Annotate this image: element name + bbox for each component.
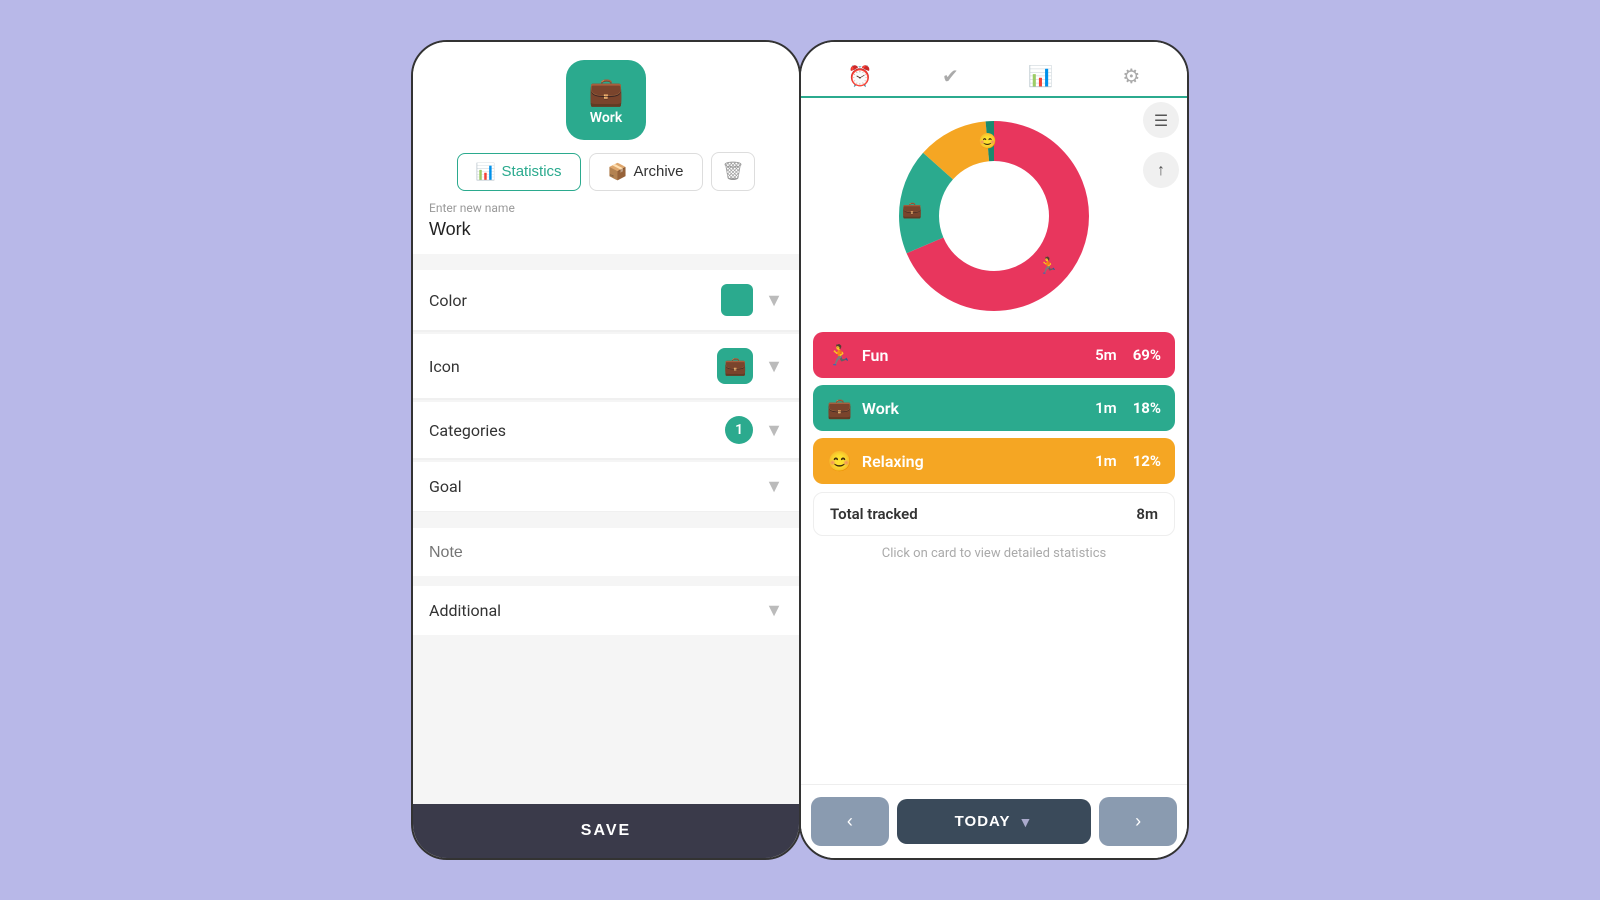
divider xyxy=(413,399,799,400)
tab-archive[interactable]: 📦 Archive xyxy=(589,153,703,191)
total-value: 8m xyxy=(1136,505,1158,523)
relaxing-time: 1m xyxy=(1095,452,1117,470)
color-chevron-icon: ▼ xyxy=(765,290,783,311)
fun-icon: 🏃 xyxy=(827,343,852,367)
color-label: Color xyxy=(429,291,721,310)
name-section: Enter new name xyxy=(413,191,799,254)
icon-chevron-icon: ▼ xyxy=(765,356,783,377)
work-stat-name: Work xyxy=(862,399,1095,418)
next-arrow-icon: › xyxy=(1135,811,1141,832)
prev-arrow-icon: ‹ xyxy=(847,811,853,832)
total-label: Total tracked xyxy=(830,505,1136,523)
color-row[interactable]: Color ▼ xyxy=(413,270,799,331)
save-button[interactable]: SAVE xyxy=(413,804,799,858)
next-button[interactable]: › xyxy=(1099,797,1177,846)
right-phone: ⏰ ✔ 📊 ⚙ ☰ ↑ xyxy=(799,40,1189,860)
donut-chart: 🏃 💼 😊 xyxy=(894,116,1094,316)
nav-chart[interactable]: 📊 xyxy=(1008,56,1073,98)
chart-icon: 📊 xyxy=(1028,64,1053,88)
delete-icon: 🗑 xyxy=(722,161,745,181)
tab-statistics[interactable]: 📊 Statistics xyxy=(457,153,581,191)
stat-card-relaxing[interactable]: 😊 Relaxing 1m 12% xyxy=(813,438,1175,484)
additional-chevron-icon: ▼ xyxy=(765,600,783,621)
tab-archive-label: Archive xyxy=(633,163,683,180)
left-header: 💼 Work 📊 Statistics 📦 Archive 🗑 xyxy=(413,42,799,191)
fun-pct: 69% xyxy=(1133,346,1161,364)
bottom-nav: ‹ TODAY ▼ › xyxy=(801,784,1187,858)
tab-statistics-label: Statistics xyxy=(502,163,562,180)
divider xyxy=(413,331,799,332)
fun-chart-icon: 🏃 xyxy=(1038,256,1058,275)
categories-count: 1 xyxy=(735,422,743,438)
work-icon-label: Work xyxy=(590,110,622,126)
click-hint: Click on card to view detailed statistic… xyxy=(801,536,1187,571)
work-stat-icon: 💼 xyxy=(827,396,852,420)
briefcase-icon: 💼 xyxy=(589,75,624,108)
empty-space xyxy=(413,635,799,755)
fun-name: Fun xyxy=(862,346,1095,365)
categories-label: Categories xyxy=(429,421,725,440)
statistics-icon: 📊 xyxy=(476,162,496,182)
left-phone: 💼 Work 📊 Statistics 📦 Archive 🗑 Enter xyxy=(411,40,801,860)
delete-button[interactable]: 🗑 xyxy=(711,152,756,191)
color-swatch xyxy=(721,284,753,316)
divider xyxy=(413,459,799,460)
categories-badge: 1 xyxy=(725,416,753,444)
nav-alarm[interactable]: ⏰ xyxy=(828,56,893,98)
relaxing-chart-icon: 😊 xyxy=(978,132,997,150)
goal-row[interactable]: Goal ▼ xyxy=(413,462,799,512)
additional-label: Additional xyxy=(429,601,761,620)
today-button[interactable]: TODAY ▼ xyxy=(897,799,1091,844)
icon-label: Icon xyxy=(429,357,717,376)
archive-icon: 📦 xyxy=(608,162,628,182)
alarm-icon: ⏰ xyxy=(848,64,873,88)
fun-time: 5m xyxy=(1095,346,1117,364)
chart-overlays: 🏃 💼 😊 xyxy=(894,116,1094,316)
right-phone-content: ⏰ ✔ 📊 ⚙ ☰ ↑ xyxy=(801,42,1187,858)
note-row xyxy=(413,528,799,576)
section-divider xyxy=(413,512,799,520)
today-label: TODAY xyxy=(955,813,1011,830)
chart-area: 🏃 💼 😊 xyxy=(801,98,1187,324)
stat-card-work[interactable]: 💼 Work 1m 18% xyxy=(813,385,1175,431)
additional-row[interactable]: Additional ▼ xyxy=(413,586,799,635)
relaxing-pct: 12% xyxy=(1133,452,1161,470)
icon-preview: 💼 xyxy=(717,348,753,384)
work-stat-pct: 18% xyxy=(1133,399,1161,417)
goal-label: Goal xyxy=(429,477,761,496)
section-divider xyxy=(413,578,799,586)
icon-row[interactable]: Icon 💼 ▼ xyxy=(413,334,799,399)
relaxing-name: Relaxing xyxy=(862,452,1095,471)
section-divider xyxy=(413,262,799,270)
name-input[interactable] xyxy=(429,219,783,240)
prev-button[interactable]: ‹ xyxy=(811,797,889,846)
name-label: Enter new name xyxy=(429,201,783,215)
settings-icon: ⚙ xyxy=(1122,64,1140,88)
work-stat-time: 1m xyxy=(1095,399,1117,417)
checklist-icon: ✔ xyxy=(942,64,959,88)
nav-checklist[interactable]: ✔ xyxy=(922,56,979,98)
top-nav: ⏰ ✔ 📊 ⚙ xyxy=(801,42,1187,98)
form-area: Enter new name Color ▼ Icon 💼 ▼ Categori… xyxy=(413,191,799,804)
work-chart-icon: 💼 xyxy=(902,200,922,219)
tabs-row: 📊 Statistics 📦 Archive 🗑 xyxy=(445,140,768,191)
categories-row[interactable]: Categories 1 ▼ xyxy=(413,402,799,459)
stats-list: 🏃 Fun 5m 69% 💼 Work 1m 18% 😊 Relaxing 1m… xyxy=(801,324,1187,492)
work-app-icon[interactable]: 💼 Work xyxy=(566,60,646,140)
categories-chevron-icon: ▼ xyxy=(765,420,783,441)
icon-preview-symbol: 💼 xyxy=(724,356,746,377)
note-input[interactable] xyxy=(429,544,783,562)
relaxing-icon: 😊 xyxy=(827,449,852,473)
nav-settings[interactable]: ⚙ xyxy=(1102,56,1160,98)
stat-card-fun[interactable]: 🏃 Fun 5m 69% xyxy=(813,332,1175,378)
today-dropdown-icon: ▼ xyxy=(1019,814,1034,830)
total-row: Total tracked 8m xyxy=(813,492,1175,536)
goal-chevron-icon: ▼ xyxy=(765,476,783,497)
